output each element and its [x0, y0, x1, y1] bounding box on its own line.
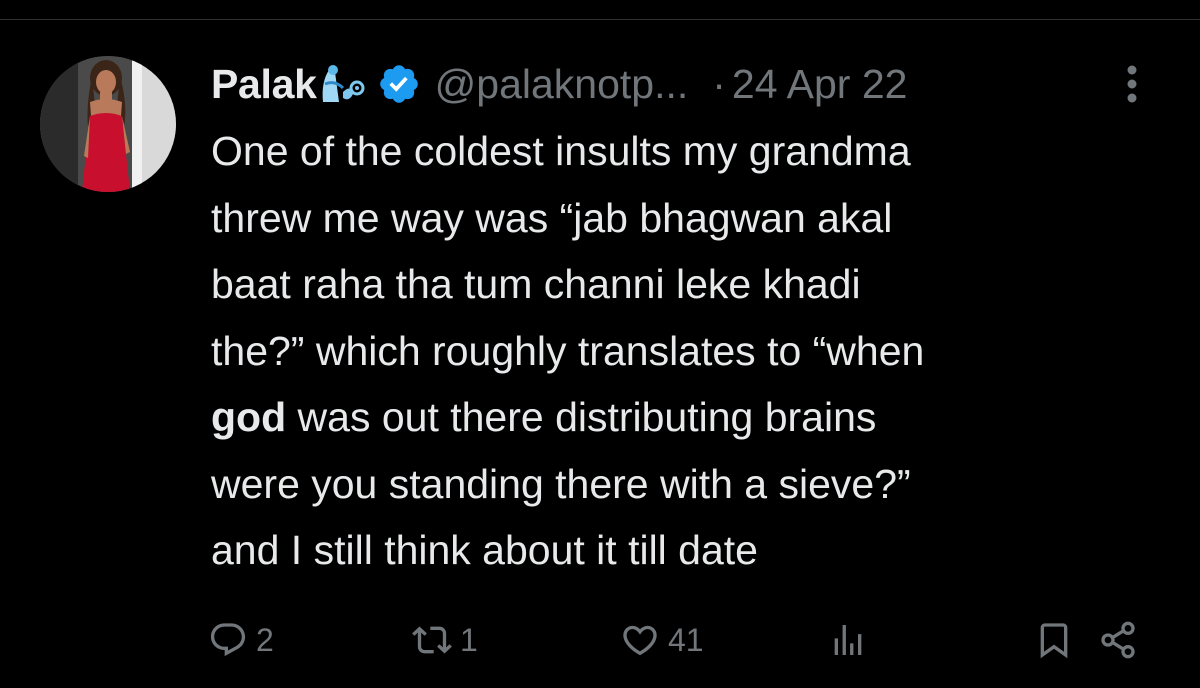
like-button[interactable]: 41: [620, 612, 704, 668]
tweet-text-line: One of the coldest insults my grandma: [211, 128, 911, 174]
reply-count: 2: [256, 621, 274, 658]
tweet-text-line: were you standing there with a sieve?”: [211, 460, 911, 507]
views-button[interactable]: [828, 612, 868, 668]
views-icon: [834, 625, 862, 655]
top-divider: [0, 19, 1200, 20]
handle[interactable]: @palaknotp...: [435, 61, 689, 108]
bold-word: god: [211, 394, 287, 440]
heart-icon: [623, 625, 657, 656]
tweet-text-line: the?” which roughly translates to “when: [211, 327, 925, 374]
tweet-text-line: baat raha tha tum channi leke khadi: [211, 261, 861, 307]
retweet-icon: [412, 626, 452, 654]
action-bar: 2 1 41: [0, 612, 1200, 668]
display-name[interactable]: Palak: [211, 61, 317, 108]
share-button[interactable]: [1098, 612, 1138, 668]
tweet-text-line: threw me way was “jab bhagwan akal: [211, 194, 893, 241]
tweet-text-fragment: was out there distributing brains: [286, 394, 877, 440]
tweet-text-line: and I still think about it till date: [211, 527, 758, 573]
more-options-icon[interactable]: [1117, 62, 1147, 106]
tweet-date[interactable]: 24 Apr 22: [732, 61, 908, 108]
retweet-button[interactable]: 1: [412, 612, 478, 668]
bookmark-button[interactable]: [1034, 612, 1074, 668]
like-count: 41: [668, 621, 704, 658]
retweet-count: 1: [460, 621, 478, 658]
reply-icon: [210, 623, 246, 657]
share-icon: [1101, 621, 1135, 659]
avatar[interactable]: [40, 56, 176, 192]
bookmark-icon: [1040, 623, 1068, 659]
tweet-text: One of the coldest insults my grandma th…: [211, 118, 1171, 584]
avatar-photo: [40, 56, 176, 192]
tweet-text-line: god was out there distributing brains: [211, 384, 1171, 451]
separator-dot: ·: [712, 60, 726, 107]
reply-button[interactable]: 2: [208, 612, 274, 668]
tweet-header: Palak @palaknotp... · 24 Apr 22: [211, 56, 907, 112]
genie-emoji-icon: [319, 62, 369, 106]
verified-badge-icon[interactable]: [377, 62, 421, 106]
